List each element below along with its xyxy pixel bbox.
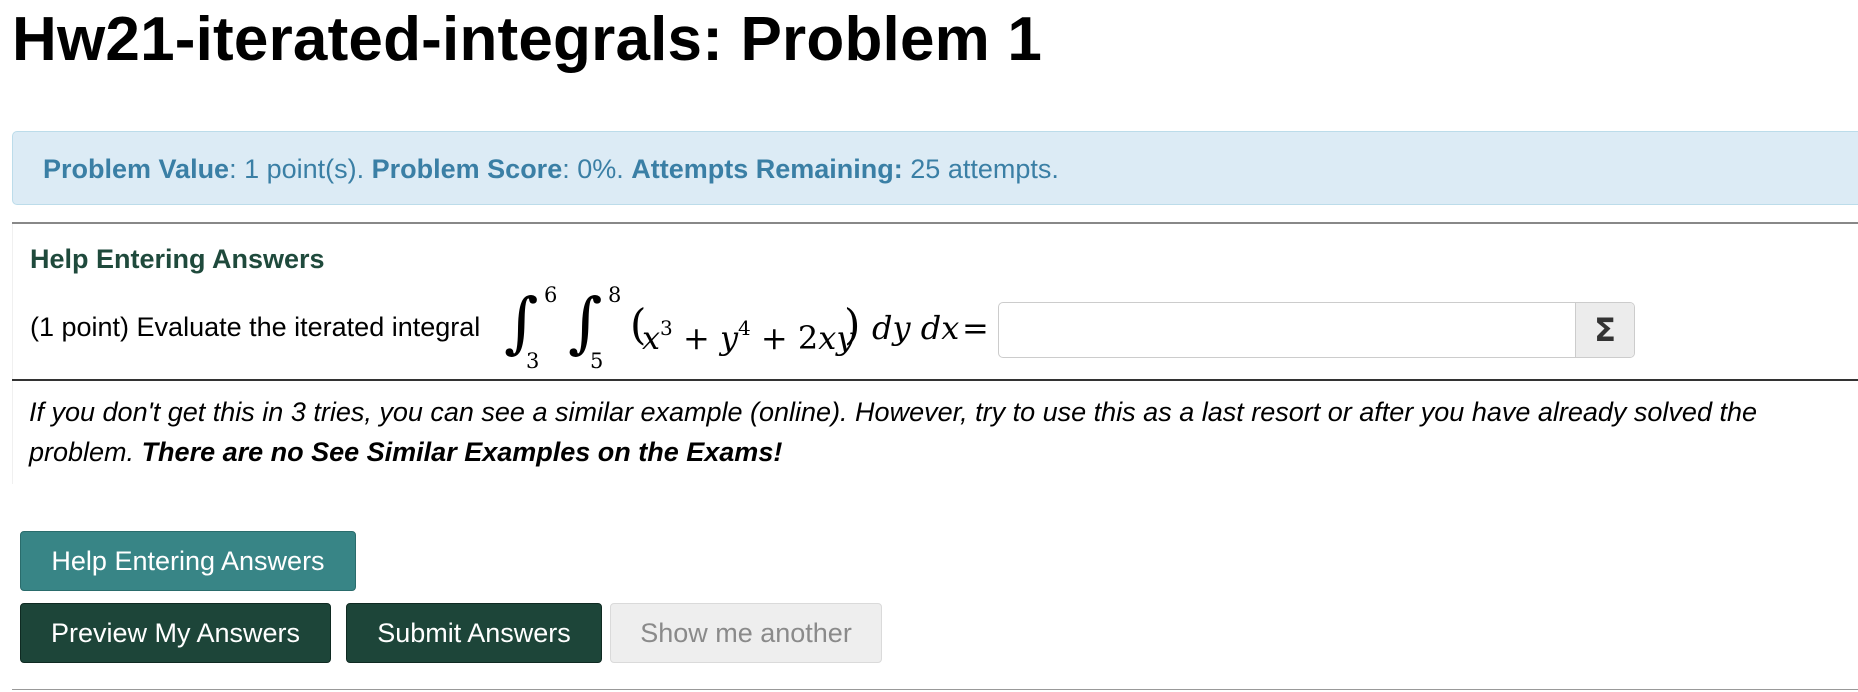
page-title: Hw21-iterated-integrals: Problem 1 bbox=[12, 5, 1043, 74]
inner-integral-sign-icon: ∫ bbox=[568, 284, 603, 361]
problem-info-bar: Problem Value: 1 point(s). Problem Score… bbox=[12, 131, 1858, 205]
preview-answers-button[interactable]: Preview My Answers bbox=[20, 603, 331, 663]
problem-score-text: : 0%. bbox=[562, 154, 632, 184]
integrand-y-exponent: 4 bbox=[738, 316, 751, 340]
problem-value-text: : 1 point(s). bbox=[229, 154, 372, 184]
integrand-body: x3 + y4 + 2xy bbox=[642, 310, 854, 356]
submit-answers-button[interactable]: Submit Answers bbox=[346, 603, 602, 663]
differentials: dy dx bbox=[872, 309, 960, 347]
answer-field-group: Σ bbox=[998, 302, 1635, 358]
iterated-integral-expression: ∫ 6 3 ∫ 8 5 ( x3 + y4 + 2xy ) dy dx = bbox=[500, 270, 990, 380]
integrand-x-exponent: 3 bbox=[660, 316, 673, 340]
equation-editor-button[interactable]: Σ bbox=[1575, 303, 1634, 357]
integrand-x: x bbox=[642, 319, 661, 357]
divider-bottom bbox=[12, 689, 1858, 690]
integrand-plus-1: + bbox=[672, 319, 720, 357]
show-me-another-button[interactable]: Show me another bbox=[610, 603, 882, 663]
inner-integral-upper-limit: 8 bbox=[608, 283, 622, 307]
outer-integral-lower-limit: 3 bbox=[526, 349, 540, 373]
hint-bold-text: There are no See Similar Examples on the… bbox=[141, 437, 783, 467]
problem-value-label: Problem Value bbox=[43, 154, 230, 184]
attempts-remaining-text: 25 attempts. bbox=[902, 154, 1059, 184]
integrand-coefficient: 2 bbox=[797, 319, 819, 357]
integrand-plus-2: + bbox=[750, 319, 798, 357]
help-entering-answers-link[interactable]: Help Entering Answers bbox=[30, 244, 325, 275]
similar-example-hint: If you don't get this in 3 tries, you ca… bbox=[29, 392, 1829, 472]
sigma-icon: Σ bbox=[1594, 311, 1616, 349]
problem-area-edge bbox=[12, 224, 13, 484]
integrand-y: y bbox=[719, 319, 739, 357]
outer-integral-upper-limit: 6 bbox=[544, 283, 558, 307]
equals-sign: = bbox=[962, 309, 989, 347]
problem-prompt: (1 point) Evaluate the iterated integral bbox=[30, 312, 481, 342]
answer-input[interactable] bbox=[999, 303, 1575, 357]
outer-integral-sign-icon: ∫ bbox=[504, 284, 539, 361]
inner-integral-lower-limit: 5 bbox=[590, 349, 604, 373]
divider-top bbox=[12, 222, 1858, 224]
attempts-remaining-label: Attempts Remaining: bbox=[631, 154, 903, 184]
problem-score-label: Problem Score bbox=[371, 154, 563, 184]
integrand-close-paren: ) bbox=[844, 300, 861, 349]
help-entering-answers-button[interactable]: Help Entering Answers bbox=[20, 531, 356, 591]
divider-middle bbox=[12, 379, 1858, 381]
